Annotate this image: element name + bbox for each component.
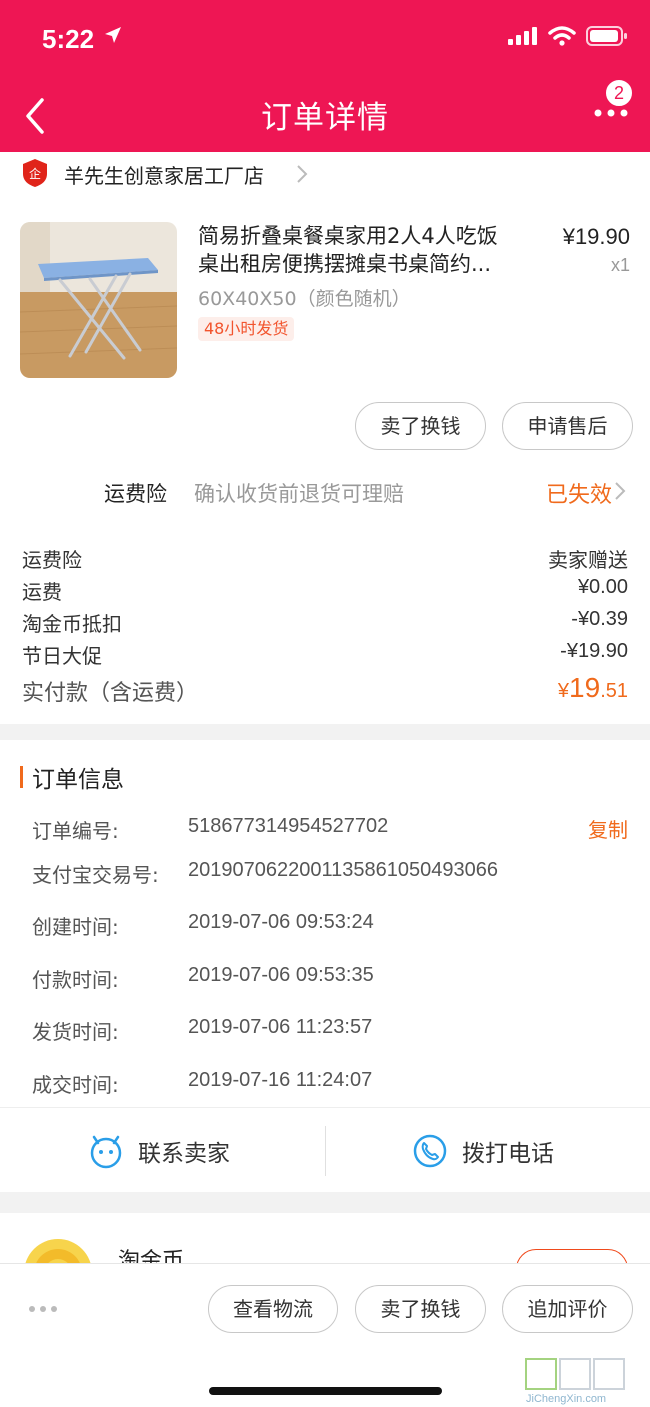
order-info-label: 发货时间: [32, 1020, 119, 1044]
fee-label: 运费 [22, 580, 62, 604]
page-title: 订单详情 [261, 100, 389, 136]
sell-for-cash-button[interactable]: 卖了换钱 [355, 402, 486, 450]
chat-bubble-icon [90, 1135, 122, 1168]
total-paid-label: 实付款（含运费） [22, 681, 199, 706]
location-arrow-icon [105, 27, 121, 43]
fee-label: 运费险 [22, 548, 82, 572]
fee-value: -¥0.39 [571, 608, 628, 630]
contact-seller-label: 联系卖家 [138, 1140, 230, 1167]
enterprise-shop-icon: 企 [23, 159, 47, 187]
watermark-logo: JiChengXin.com [525, 1358, 625, 1405]
order-info-label: 付款时间: [32, 968, 119, 992]
order-info-label: 订单编号: [32, 819, 119, 843]
total-currency: ¥ [557, 680, 570, 702]
order-info-label: 创建时间: [32, 915, 119, 939]
order-info-label: 成交时间: [32, 1073, 119, 1097]
notification-badge: 2 [604, 78, 634, 108]
shop-name: 羊先生创意家居工厂店 [64, 164, 264, 188]
product-title-line2: 桌出租房便携摆摊桌书桌简约... [198, 252, 492, 276]
battery-icon [586, 26, 627, 46]
order-info-value: 518677314954527702 [188, 815, 389, 837]
phone-icon [413, 1134, 447, 1167]
fee-label: 淘金币抵扣 [22, 612, 122, 636]
call-phone-button[interactable]: 拨打电话 [412, 1108, 554, 1193]
status-icons [508, 26, 628, 46]
total-integer: 19 [569, 672, 601, 703]
order-info-value: 2019-07-06 09:53:24 [188, 911, 374, 933]
chevron-right-icon [297, 165, 308, 183]
shop-row[interactable]: 企 羊先生创意家居工厂店 [0, 152, 650, 196]
chevron-right-icon[interactable] [614, 481, 626, 501]
contact-row: 联系卖家 拨打电话 [0, 1107, 650, 1192]
home-indicator [209, 1387, 442, 1395]
product-quantity: x1 [610, 255, 630, 275]
cellular-signal-icon [508, 27, 537, 45]
product-sku: 60X40X50（颜色随机） [198, 288, 411, 310]
product-title[interactable]: 简易折叠桌餐桌家用2人4人吃饭 桌出租房便携摆摊桌书桌简约... [198, 222, 528, 278]
order-info-value: 2019070622001135861050493066 [188, 859, 498, 881]
contact-seller-button[interactable]: 联系卖家 [88, 1108, 230, 1193]
app-header: 5:22 订单详情 2 [0, 0, 650, 152]
more-dots-icon[interactable] [28, 1304, 58, 1314]
watermark-text: JiChengXin.com [526, 1393, 606, 1405]
add-review-button[interactable]: 追加评价 [502, 1285, 633, 1333]
insurance-status[interactable]: 已失效 [546, 477, 612, 509]
call-phone-label: 拨打电话 [462, 1140, 554, 1167]
order-info-value: 2019-07-06 09:53:35 [188, 964, 374, 986]
insurance-label: 运费险 [104, 482, 167, 506]
sell-for-cash-button[interactable]: 卖了换钱 [355, 1285, 486, 1333]
apply-after-sale-button[interactable]: 申请售后 [502, 402, 633, 450]
insurance-description: 确认收货前退货可理赔 [194, 482, 404, 506]
section-accent-bar [20, 766, 23, 788]
product-price: ¥19.90 [562, 224, 630, 249]
view-logistics-button[interactable]: 查看物流 [208, 1285, 338, 1333]
order-info-value: 2019-07-06 11:23:57 [188, 1016, 373, 1038]
order-info-title: 订单信息 [32, 767, 124, 793]
section-divider [0, 724, 650, 740]
fee-label: 节日大促 [22, 644, 102, 668]
divider [325, 1126, 326, 1176]
copy-order-number-button[interactable]: 复制 [588, 814, 628, 843]
more-icon[interactable] [594, 106, 628, 120]
fee-value: ¥0.00 [577, 576, 628, 598]
fee-value: 卖家赠送 [548, 550, 628, 572]
order-info-label: 支付宝交易号: [32, 863, 159, 887]
status-time: 5:22 [42, 24, 95, 54]
order-info-value: 2019-07-16 11:24:07 [188, 1069, 373, 1091]
total-decimal: .51 [600, 680, 628, 702]
wifi-icon [548, 26, 576, 46]
fee-value: -¥19.90 [560, 640, 628, 662]
total-paid-value: ¥19.51 [558, 672, 628, 704]
svg-text:企: 企 [29, 166, 41, 181]
product-image[interactable] [20, 222, 177, 378]
shipping-tag: 48小时发货 [198, 317, 295, 341]
section-divider [0, 1192, 650, 1213]
product-title-line1: 简易折叠桌餐桌家用2人4人吃饭 [198, 224, 498, 248]
